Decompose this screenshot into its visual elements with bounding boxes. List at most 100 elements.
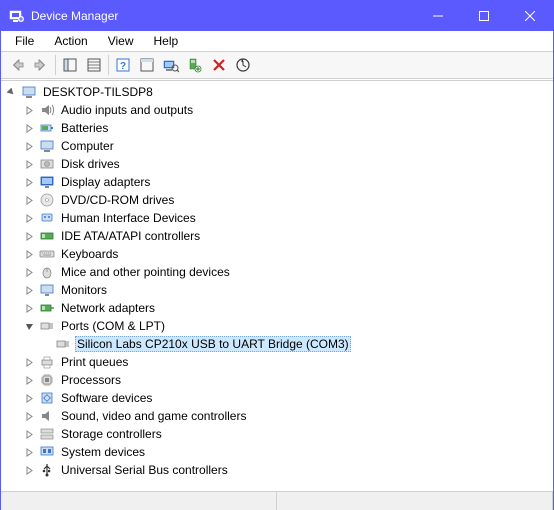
expand-icon[interactable]	[23, 122, 35, 134]
category-icon	[39, 120, 55, 136]
close-button[interactable]	[507, 1, 553, 31]
category-label: Ports (COM & LPT)	[59, 318, 167, 334]
category-label: DVD/CD-ROM drives	[59, 192, 176, 208]
expand-icon[interactable]	[23, 248, 35, 260]
expand-icon[interactable]	[23, 176, 35, 188]
expand-icon[interactable]	[23, 212, 35, 224]
category-label: Keyboards	[59, 246, 120, 262]
category-icon	[39, 102, 55, 118]
expand-icon[interactable]	[23, 104, 35, 116]
category-icon	[39, 462, 55, 478]
category-label: IDE ATA/ATAPI controllers	[59, 228, 202, 244]
device-tree-panel: DESKTOP-TILSDP8 Audio inputs and outputs…	[1, 80, 553, 490]
tree-category[interactable]: Disk drives	[5, 155, 549, 173]
expand-icon[interactable]	[23, 428, 35, 440]
help-button[interactable]: ?	[111, 53, 135, 77]
category-label: System devices	[59, 444, 147, 460]
category-icon	[39, 390, 55, 406]
expand-icon[interactable]	[23, 356, 35, 368]
status-bar	[1, 491, 553, 510]
update-driver-button[interactable]	[231, 53, 255, 77]
tree-category[interactable]: Software devices	[5, 389, 549, 407]
tree-category[interactable]: Network adapters	[5, 299, 549, 317]
forward-button[interactable]	[29, 53, 53, 77]
tree-category[interactable]: Ports (COM & LPT)	[5, 317, 549, 335]
category-label: Sound, video and game controllers	[59, 408, 248, 424]
tree-category[interactable]: Monitors	[5, 281, 549, 299]
tree-category[interactable]: Audio inputs and outputs	[5, 101, 549, 119]
collapse-icon[interactable]	[5, 86, 17, 98]
tree-category[interactable]: Storage controllers	[5, 425, 549, 443]
add-legacy-hardware-button[interactable]	[183, 53, 207, 77]
action-button[interactable]	[135, 53, 159, 77]
expand-icon[interactable]	[23, 158, 35, 170]
tree-category[interactable]: Display adapters	[5, 173, 549, 191]
category-label: Computer	[59, 138, 116, 154]
expand-icon[interactable]	[23, 446, 35, 458]
category-icon	[39, 318, 55, 334]
uninstall-device-button[interactable]	[207, 53, 231, 77]
back-button[interactable]	[5, 53, 29, 77]
category-icon	[39, 156, 55, 172]
device-item[interactable]: Silicon Labs CP210x USB to UART Bridge (…	[5, 335, 549, 353]
category-icon	[39, 192, 55, 208]
menu-action[interactable]: Action	[44, 32, 97, 50]
expand-icon[interactable]	[23, 374, 35, 386]
window-title: Device Manager	[31, 9, 415, 23]
category-label: Disk drives	[59, 156, 122, 172]
expand-icon[interactable]	[23, 392, 35, 404]
tree-category[interactable]: Universal Serial Bus controllers	[5, 461, 549, 479]
tree-category[interactable]: Mice and other pointing devices	[5, 263, 549, 281]
menu-help[interactable]: Help	[144, 32, 189, 50]
tree-category[interactable]: Computer	[5, 137, 549, 155]
expand-icon[interactable]	[23, 302, 35, 314]
tree-category[interactable]: DVD/CD-ROM drives	[5, 191, 549, 209]
category-icon	[39, 174, 55, 190]
tree-category[interactable]: Print queues	[5, 353, 549, 371]
tree-category[interactable]: Processors	[5, 371, 549, 389]
tree-root[interactable]: DESKTOP-TILSDP8	[5, 83, 549, 101]
port-device-icon	[55, 336, 71, 352]
menu-view[interactable]: View	[98, 32, 144, 50]
category-icon	[39, 264, 55, 280]
expand-icon[interactable]	[23, 266, 35, 278]
show-hide-console-button[interactable]	[58, 53, 82, 77]
properties-button[interactable]	[82, 53, 106, 77]
category-label: Display adapters	[59, 174, 152, 190]
expand-icon[interactable]	[23, 194, 35, 206]
device-tree[interactable]: DESKTOP-TILSDP8 Audio inputs and outputs…	[1, 81, 553, 481]
category-icon	[39, 138, 55, 154]
category-label: Mice and other pointing devices	[59, 264, 232, 280]
category-icon	[39, 426, 55, 442]
menu-file[interactable]: File	[5, 32, 44, 50]
toolbar-separator	[55, 55, 56, 75]
expand-icon[interactable]	[23, 464, 35, 476]
expand-icon[interactable]	[23, 230, 35, 242]
category-icon	[39, 246, 55, 262]
collapse-icon[interactable]	[23, 320, 35, 332]
category-label: Universal Serial Bus controllers	[59, 462, 230, 478]
category-label: Storage controllers	[59, 426, 164, 442]
expand-icon[interactable]	[23, 140, 35, 152]
menu-bar: File Action View Help	[1, 31, 553, 51]
expand-icon[interactable]	[23, 284, 35, 296]
category-icon	[39, 300, 55, 316]
expand-icon[interactable]	[23, 410, 35, 422]
category-label: Network adapters	[59, 300, 157, 316]
tree-category[interactable]: IDE ATA/ATAPI controllers	[5, 227, 549, 245]
category-icon	[39, 372, 55, 388]
category-icon	[39, 408, 55, 424]
tree-category[interactable]: System devices	[5, 443, 549, 461]
tree-category[interactable]: Keyboards	[5, 245, 549, 263]
tree-category[interactable]: Human Interface Devices	[5, 209, 549, 227]
status-cell	[1, 492, 277, 510]
scan-hardware-button[interactable]	[159, 53, 183, 77]
status-cell	[277, 492, 553, 510]
toolbar: ?	[1, 51, 553, 79]
category-label: Human Interface Devices	[59, 210, 198, 226]
tree-category[interactable]: Batteries	[5, 119, 549, 137]
computer-icon	[21, 84, 37, 100]
maximize-button[interactable]	[461, 1, 507, 31]
tree-category[interactable]: Sound, video and game controllers	[5, 407, 549, 425]
minimize-button[interactable]	[415, 1, 461, 31]
